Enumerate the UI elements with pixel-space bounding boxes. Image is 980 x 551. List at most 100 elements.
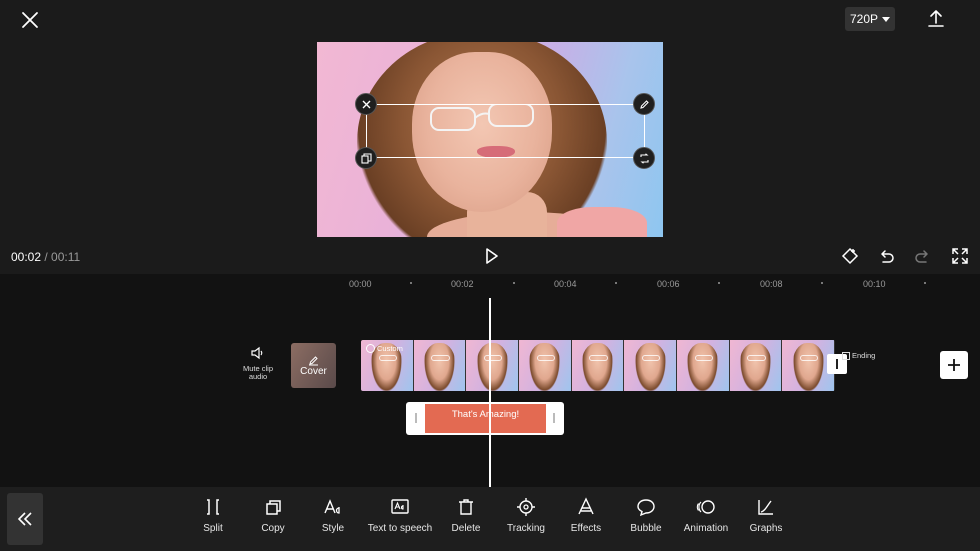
close-icon — [362, 100, 370, 108]
text-to-speech-label: Text to speech — [367, 523, 433, 534]
bubble-button[interactable]: Bubble — [628, 497, 664, 541]
cover-label: Cover — [300, 365, 327, 377]
timeline-tick: 00:06 — [657, 279, 680, 289]
tracking-label: Tracking — [507, 523, 545, 534]
redo-icon — [915, 250, 928, 263]
current-time: 00:02 — [11, 250, 42, 264]
delete-label: Delete — [451, 523, 481, 534]
graphs-label: Graphs — [749, 523, 783, 534]
play-icon — [486, 248, 498, 264]
effects-icon — [578, 497, 594, 515]
style-label: Style — [321, 523, 345, 534]
timeline-tick: 00:10 — [863, 279, 886, 289]
style-button[interactable]: Style — [318, 497, 348, 541]
speaker-icon — [251, 346, 263, 360]
timeline-dot — [410, 282, 412, 284]
total-time: 00:11 — [51, 250, 81, 264]
timeline-dot — [615, 282, 617, 284]
timeline-tick: 00:02 — [451, 279, 474, 289]
custom-tag: Custom — [366, 344, 403, 353]
split-icon — [207, 499, 219, 515]
add-clip-button[interactable] — [940, 351, 968, 379]
ending-toggle[interactable]: Ending — [842, 351, 875, 360]
remove-text-handle[interactable] — [355, 93, 377, 115]
undo-icon — [881, 250, 894, 263]
text-style-icon — [324, 499, 340, 514]
text-clip-label: That's Amazing! — [425, 404, 546, 433]
resolution-label: 720P — [849, 12, 879, 26]
clip-frame — [466, 340, 520, 391]
play-button[interactable] — [480, 245, 502, 267]
fullscreen-button[interactable] — [950, 246, 970, 266]
clip-frame — [519, 340, 572, 391]
timeline-tick: 00:08 — [760, 279, 783, 289]
text-clip-track[interactable]: That's Amazing! — [406, 402, 564, 435]
mute-label-line2: audio — [248, 372, 268, 381]
bottom-toolbar — [0, 487, 980, 551]
rotate-icon — [639, 152, 649, 164]
clip-frame — [571, 340, 625, 391]
mute-clip-audio-button[interactable]: Mute clip audio — [238, 345, 278, 381]
timeline-tick: 00:04 — [554, 279, 577, 289]
clip-frame — [677, 340, 730, 391]
clip-frame — [413, 340, 467, 391]
redo-button[interactable] — [913, 246, 933, 266]
time-display: 00:02 / 00:11 — [11, 250, 80, 264]
timeline-dot — [718, 282, 720, 284]
animation-button[interactable]: Animation — [682, 497, 730, 541]
clip-frame — [624, 340, 678, 391]
tracking-icon — [517, 498, 535, 516]
double-chevron-left-icon — [17, 512, 32, 526]
export-button[interactable] — [924, 6, 948, 30]
custom-label: Custom — [377, 344, 403, 353]
text-to-speech-icon — [391, 499, 409, 514]
effects-label: Effects — [570, 523, 602, 534]
timeline-dot — [924, 282, 926, 284]
caret-down-icon — [882, 16, 891, 22]
duplicate-icon — [360, 152, 372, 164]
trim-grip-icon — [836, 359, 838, 369]
graph-icon — [758, 500, 773, 515]
upload-icon — [928, 10, 944, 27]
close-button[interactable] — [16, 6, 44, 34]
back-button[interactable] — [7, 493, 43, 545]
text-clip-left-handle[interactable] — [415, 413, 417, 423]
pencil-icon — [309, 355, 318, 365]
plus-icon — [948, 359, 960, 371]
duplicate-text-handle[interactable] — [355, 147, 377, 169]
playhead[interactable] — [489, 298, 491, 487]
timeline-tick: 00:00 — [349, 279, 372, 289]
video-clip-track[interactable] — [361, 340, 835, 391]
graphs-button[interactable]: Graphs — [749, 497, 783, 541]
fullscreen-icon — [952, 248, 968, 264]
delete-button[interactable]: Delete — [451, 497, 481, 541]
resolution-dropdown[interactable]: 720P — [845, 7, 895, 31]
close-icon — [22, 12, 38, 28]
rotate-scale-handle[interactable] — [633, 147, 655, 169]
cover-button[interactable]: Cover — [291, 343, 336, 388]
split-label: Split — [203, 523, 223, 534]
ending-label: Ending — [852, 351, 876, 360]
tracking-button[interactable]: Tracking — [505, 497, 547, 541]
time-separator: / — [41, 250, 52, 264]
undo-button[interactable] — [876, 246, 896, 266]
copy-button[interactable]: Copy — [258, 497, 288, 541]
copy-icon — [266, 500, 281, 515]
checkbox-icon — [842, 351, 850, 360]
text-selection-box[interactable] — [355, 93, 655, 169]
edit-text-handle[interactable] — [633, 93, 655, 115]
split-button[interactable]: Split — [198, 497, 228, 541]
trash-icon — [459, 499, 473, 515]
clip-frame — [729, 340, 783, 391]
timeline-dot — [821, 282, 823, 284]
effects-button[interactable]: Effects — [568, 497, 604, 541]
text-to-speech-button[interactable]: Text to speech — [368, 497, 432, 541]
keyframe-button[interactable] — [840, 246, 860, 266]
custom-icon — [366, 344, 375, 353]
preview-top — [557, 207, 647, 237]
keyframe-icon — [841, 247, 859, 265]
timeline-dot — [513, 282, 515, 284]
text-clip-right-handle[interactable] — [553, 413, 555, 423]
copy-label: Copy — [261, 523, 285, 534]
animation-icon — [696, 500, 715, 514]
